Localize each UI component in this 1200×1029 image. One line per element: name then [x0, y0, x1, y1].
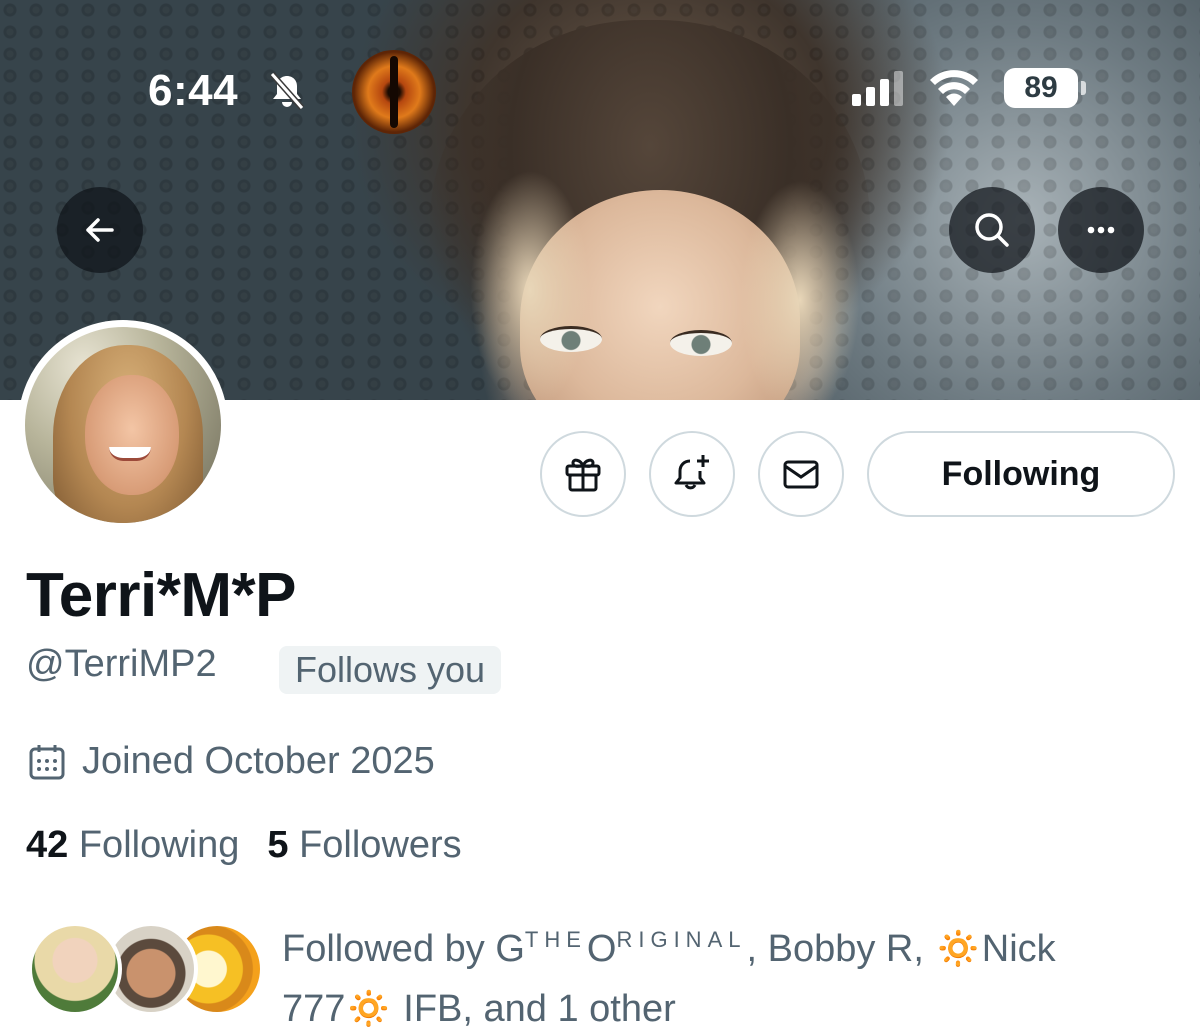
banner-hair-highlight-right: [740, 180, 860, 400]
display-name: Terri*M*P: [26, 561, 297, 630]
follower-avatar-1[interactable]: [28, 922, 122, 1016]
bell-plus-icon: [674, 455, 709, 490]
avatar-photo: [25, 327, 221, 523]
following-count: 42: [26, 824, 69, 866]
follower-name-g: G: [495, 928, 525, 970]
more-button[interactable]: [1058, 187, 1144, 273]
username-handle: @TerriMP2: [26, 643, 217, 685]
message-button[interactable]: [758, 431, 844, 517]
search-icon: [975, 213, 1009, 247]
battery-tip: [1081, 81, 1086, 95]
follows-you-badge: Follows you: [279, 646, 502, 694]
search-button[interactable]: [949, 187, 1035, 273]
wifi-icon: [930, 70, 978, 106]
joined-date: Joined October 2025: [82, 740, 435, 782]
followed-by-rest-1: , Bobby R, 🔅Nick: [746, 928, 1056, 970]
followers-link[interactable]: 5 Followers: [267, 824, 461, 867]
joined-date-row: Joined October 2025: [26, 740, 435, 783]
followed-by-text[interactable]: Followed by GTHEORIGINAL, Bobby R, 🔅Nick…: [282, 910, 1172, 1029]
avatar-face: [85, 375, 179, 495]
following-button[interactable]: Following: [867, 431, 1175, 517]
calendar-icon: [29, 744, 65, 779]
follower-name-the: THE: [524, 927, 587, 952]
cellular-signal-icon: [852, 71, 903, 106]
banner-hair-highlight-left: [470, 170, 590, 400]
back-button[interactable]: [57, 187, 143, 273]
banner-left-eye: [540, 326, 602, 352]
battery-icon: 89: [1004, 68, 1078, 108]
arrow-left-icon: [86, 218, 114, 242]
profile-avatar[interactable]: [18, 320, 228, 530]
ellipsis-icon: [1087, 226, 1115, 234]
gift-icon: [565, 458, 601, 492]
gift-button[interactable]: [540, 431, 626, 517]
follow-stats: 42 Following 5 Followers: [26, 824, 462, 867]
banner-dragon-eye: [352, 50, 436, 134]
followers-label: Followers: [299, 824, 462, 866]
status-time: 6:44: [148, 66, 239, 115]
following-link[interactable]: 42 Following: [26, 824, 239, 867]
follower-name-riginal: RIGINAL: [616, 927, 747, 952]
following-label: Following: [78, 824, 240, 866]
followers-count: 5: [267, 824, 289, 866]
banner-right-eye: [670, 330, 732, 356]
follower-name-o: O: [586, 928, 617, 970]
followed-by-rest-2: 777🔅 IFB, and 1 other: [282, 988, 676, 1029]
notify-button[interactable]: [649, 431, 735, 517]
followed-by-prefix: Followed by: [282, 928, 496, 970]
envelope-icon: [783, 460, 819, 489]
bell-slash-icon: [269, 72, 305, 110]
